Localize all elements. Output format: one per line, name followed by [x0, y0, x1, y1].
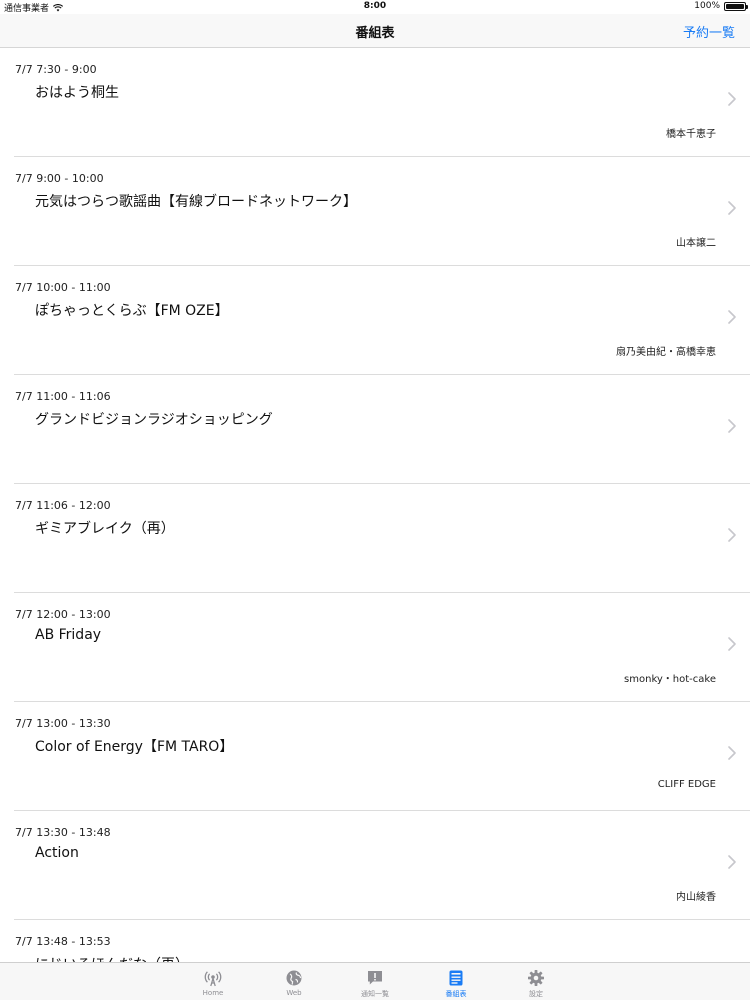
program-list[interactable]: 7/7 7:30 - 9:00 おはよう桐生橋本千恵子 7/7 9:00 - 10:… [0, 48, 750, 962]
globe-icon [264, 969, 324, 987]
program-time: 7/7 13:48 - 13:53 [15, 935, 111, 948]
gear-icon [506, 969, 566, 987]
program-row[interactable]: 7/7 13:30 - 13:48 Action 内山綾香 [14, 811, 750, 920]
status-time: 8:00 [363, 1, 387, 11]
program-time: 7/7 13:00 - 13:30 [15, 717, 111, 730]
schedule-icon [426, 969, 486, 987]
tab-gear[interactable]: 設定 [506, 963, 566, 1000]
program-row[interactable]: 7/7 13:00 - 13:30 Color of Energy【FM TARO… [14, 702, 750, 811]
program-time: 7/7 9:00 - 10:00 [15, 172, 104, 185]
program-title: にじいろほんだな（再） [35, 954, 189, 962]
program-row[interactable]: 7/7 11:06 - 12:00 ギミアブレイク（再） [14, 484, 750, 593]
chevron-right-icon [728, 419, 736, 433]
reservation-list-button[interactable]: 予約一覧 [683, 22, 735, 41]
program-title: Color of Energy【FM TARO】 [35, 739, 234, 755]
program-time: 7/7 11:06 - 12:00 [15, 499, 111, 512]
program-title: ぽちゃっとくらぶ【FM OZE】 [35, 303, 229, 319]
program-row[interactable]: 7/7 9:00 - 10:00 元気はつらつ歌謡曲【有線ブロードネットワーク】山… [14, 157, 750, 266]
tab-bar: Home Web 通知一覧 番組表 設定 [0, 962, 750, 1000]
tab-label: Home [202, 989, 224, 997]
battery-icon [724, 1, 748, 11]
navigation-bar: 番組表 予約一覧 [0, 14, 750, 48]
tab-label: 番組表 [445, 990, 467, 998]
program-row[interactable]: 7/7 10:00 - 11:00 ぽちゃっとくらぶ【FM OZE】扇乃美由紀・高… [14, 266, 750, 375]
program-row[interactable]: 7/7 7:30 - 9:00 おはよう桐生橋本千恵子 [14, 48, 750, 157]
tab-radio-tower[interactable]: Home [183, 963, 243, 1000]
status-bar: 通信事業者 8:00 100% [0, 0, 750, 14]
program-title: AB Friday [35, 627, 102, 643]
program-title: おはよう桐生 [35, 85, 119, 101]
battery-fill [726, 3, 744, 9]
program-time: 7/7 12:00 - 13:00 [15, 608, 111, 621]
program-row[interactable]: 7/7 11:00 - 11:06 グランドビジョンラジオショッピング [14, 375, 750, 484]
program-host: smonky・hot-cake [624, 674, 716, 685]
program-host: 内山綾香 [676, 892, 716, 903]
program-host: 山本譲二 [676, 238, 716, 249]
tab-label: 通知一覧 [361, 990, 389, 998]
tab-label: 設定 [529, 990, 543, 998]
program-title: 元気はつらつ歌謡曲【有線ブロードネットワーク】 [35, 194, 357, 210]
program-row[interactable]: 7/7 12:00 - 13:00 AB Friday smonky・hot-cak… [14, 593, 750, 702]
page-title: 番組表 [355, 26, 395, 41]
program-time: 7/7 10:00 - 11:00 [15, 281, 111, 294]
chevron-right-icon [728, 201, 736, 215]
chevron-right-icon [728, 746, 736, 760]
program-host: CLIFF EDGE [657, 779, 716, 790]
program-title: グランドビジョンラジオショッピング [35, 412, 273, 428]
program-title: ギミアブレイク（再） [35, 521, 175, 537]
program-time: 7/7 13:30 - 13:48 [15, 826, 111, 839]
program-title: Action [35, 845, 79, 861]
status-battery: 100% [694, 1, 748, 11]
chevron-right-icon [728, 528, 736, 542]
tab-label: Web [286, 989, 302, 997]
tab-schedule[interactable]: 番組表 [426, 963, 486, 1000]
program-row[interactable]: 7/7 13:48 - 13:53 にじいろほんだな（再） [14, 920, 750, 962]
program-time: 7/7 7:30 - 9:00 [15, 63, 97, 76]
program-host: 扇乃美由紀・高橋幸恵 [616, 347, 716, 358]
notice-icon [345, 969, 405, 987]
chevron-right-icon [728, 310, 736, 324]
battery-percent: 100% [694, 1, 720, 11]
program-host: 橋本千恵子 [666, 129, 716, 140]
chevron-right-icon [728, 637, 736, 651]
tab-globe[interactable]: Web [264, 963, 324, 1000]
chevron-right-icon [728, 855, 736, 869]
radio-tower-icon [183, 969, 243, 987]
program-time: 7/7 11:00 - 11:06 [15, 390, 111, 403]
tab-notice[interactable]: 通知一覧 [345, 963, 405, 1000]
chevron-right-icon [728, 92, 736, 106]
